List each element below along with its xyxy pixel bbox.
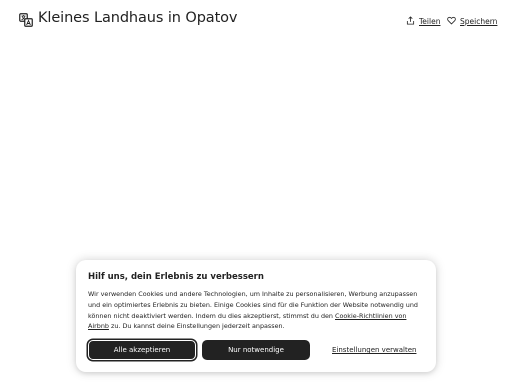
cookie-banner: Hilf uns, dein Erlebnis zu verbessern Wi… <box>76 260 436 372</box>
share-button[interactable]: Teilen <box>406 15 440 27</box>
share-icon <box>406 15 415 27</box>
accept-all-button[interactable]: Alle akzeptieren <box>88 340 196 360</box>
cookie-banner-text: Wir verwenden Cookies und andere Technol… <box>88 289 424 332</box>
necessary-only-button[interactable]: Nur notwendige <box>202 340 310 360</box>
save-label: Speichern <box>460 16 498 26</box>
listing-page: Kleines Landhaus in Opatov Teilen Speich… <box>0 0 512 384</box>
save-button[interactable]: Speichern <box>447 15 497 27</box>
cookie-text-outro: zu. Du kannst deine Einstellungen jederz… <box>108 322 285 331</box>
page-title: Kleines Landhaus in Opatov <box>38 10 238 26</box>
heart-icon <box>447 16 456 27</box>
manage-settings-link[interactable]: Einstellungen verwalten <box>332 346 416 354</box>
cookie-banner-heading: Hilf uns, dein Erlebnis zu verbessern <box>88 272 264 282</box>
translate-icon <box>19 12 33 27</box>
share-label: Teilen <box>419 16 441 26</box>
listing-header: Kleines Landhaus in Opatov Teilen Speich… <box>0 0 512 40</box>
